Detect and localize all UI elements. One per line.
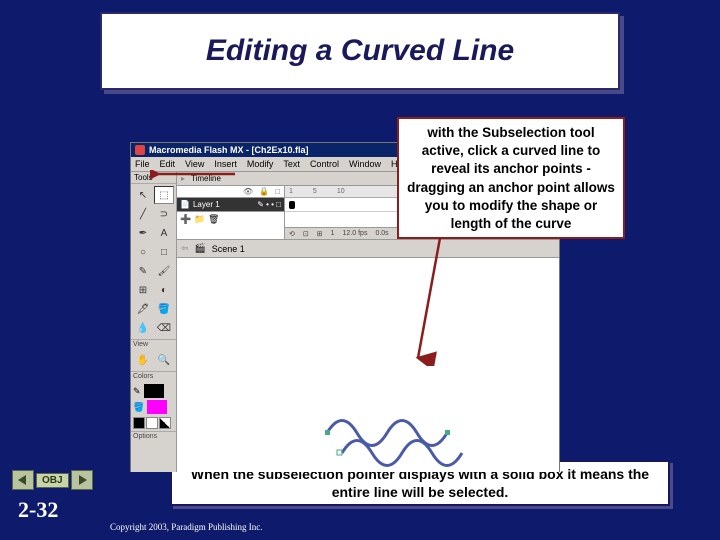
default-colors[interactable]	[133, 417, 145, 429]
brush-tool[interactable]: 🖌	[154, 262, 174, 280]
copyright-text: Copyright 2003, Paradigm Publishing Inc.	[110, 522, 263, 532]
line-tool[interactable]: ╱	[133, 205, 153, 223]
callout-top: with the Subselection tool active, click…	[397, 117, 625, 239]
stroke-color[interactable]	[144, 384, 164, 398]
back-arrow-icon[interactable]: ⇦	[181, 243, 189, 254]
scene-bar: ⇦ 🎬 Scene 1	[177, 240, 559, 258]
delete-layer-icon[interactable]: 🗑	[208, 214, 218, 224]
curved-line-1[interactable]	[327, 421, 447, 446]
slide-title-box: Editing a Curved Line	[100, 12, 620, 90]
rectangle-tool[interactable]: □	[154, 243, 174, 261]
menu-modify[interactable]: Modify	[247, 159, 274, 169]
stage-canvas[interactable]	[177, 258, 559, 472]
lasso-tool[interactable]: ⊃	[154, 205, 174, 223]
layer-icon: 📄	[180, 200, 190, 209]
callout-arrow-tool	[150, 170, 240, 200]
fill-color[interactable]	[147, 400, 167, 414]
menu-edit[interactable]: Edit	[160, 159, 176, 169]
slide-number: 2-32	[18, 497, 58, 523]
callout-arrow-curve	[410, 236, 450, 366]
scene-label: Scene 1	[212, 244, 245, 254]
slide-title: Editing a Curved Line	[206, 34, 514, 68]
eye-icon[interactable]: 👁	[243, 187, 253, 196]
keyframe[interactable]	[289, 201, 295, 209]
pencil-tool[interactable]: ✎	[133, 262, 153, 280]
colors-section-label: Colors	[131, 371, 176, 381]
app-icon	[135, 145, 145, 155]
layer-name: Layer 1	[193, 200, 220, 209]
menu-file[interactable]: File	[135, 159, 150, 169]
menu-insert[interactable]: Insert	[214, 159, 237, 169]
menu-control[interactable]: Control	[310, 159, 339, 169]
hand-tool[interactable]: ✋	[133, 351, 153, 369]
oval-tool[interactable]: ○	[133, 243, 153, 261]
ink-bottle-tool[interactable]: 🖋	[133, 300, 153, 318]
transform-tool[interactable]: ⊞	[133, 281, 153, 299]
pen-tool[interactable]: ✒	[133, 224, 153, 242]
eyedropper-tool[interactable]: 💧	[133, 319, 153, 337]
prev-button[interactable]	[12, 470, 34, 490]
paint-bucket-tool[interactable]: 🪣	[154, 300, 174, 318]
menu-view[interactable]: View	[185, 159, 204, 169]
app-title-text: Macromedia Flash MX - [Ch2Ex10.fla]	[149, 145, 309, 155]
add-layer-icon[interactable]: ➕	[180, 214, 190, 224]
anchor-point[interactable]	[325, 430, 330, 435]
lock-icon[interactable]: 🔒	[259, 187, 269, 196]
menu-text[interactable]: Text	[283, 159, 300, 169]
swap-colors[interactable]	[159, 417, 171, 429]
menu-window[interactable]: Window	[349, 159, 381, 169]
callout-top-text: with the Subselection tool active, click…	[407, 125, 615, 231]
eraser-tool[interactable]: ⌫	[154, 319, 174, 337]
nav-controls: OBJ	[12, 470, 93, 490]
add-guide-icon[interactable]: 📁	[194, 214, 204, 224]
zoom-tool[interactable]: 🔍	[154, 351, 174, 369]
outline-icon[interactable]: □	[275, 187, 280, 196]
options-section-label: Options	[131, 431, 176, 441]
curved-line-2[interactable]	[342, 441, 462, 466]
view-section-label: View	[131, 339, 176, 349]
tools-panel: Tools ↖ ⬚ ╱ ⊃ ✒ A ○ □ ✎ 🖌 ⊞ ◐ 🖋 🪣 💧 ⌫ Vi…	[131, 172, 177, 472]
obj-button[interactable]: OBJ	[36, 473, 69, 488]
text-tool[interactable]: A	[154, 224, 174, 242]
anchor-point[interactable]	[445, 430, 450, 435]
next-button[interactable]	[71, 470, 93, 490]
fill-transform-tool[interactable]: ◐	[154, 281, 174, 299]
scene-icon: 🎬	[195, 243, 206, 254]
no-color[interactable]	[146, 417, 158, 429]
